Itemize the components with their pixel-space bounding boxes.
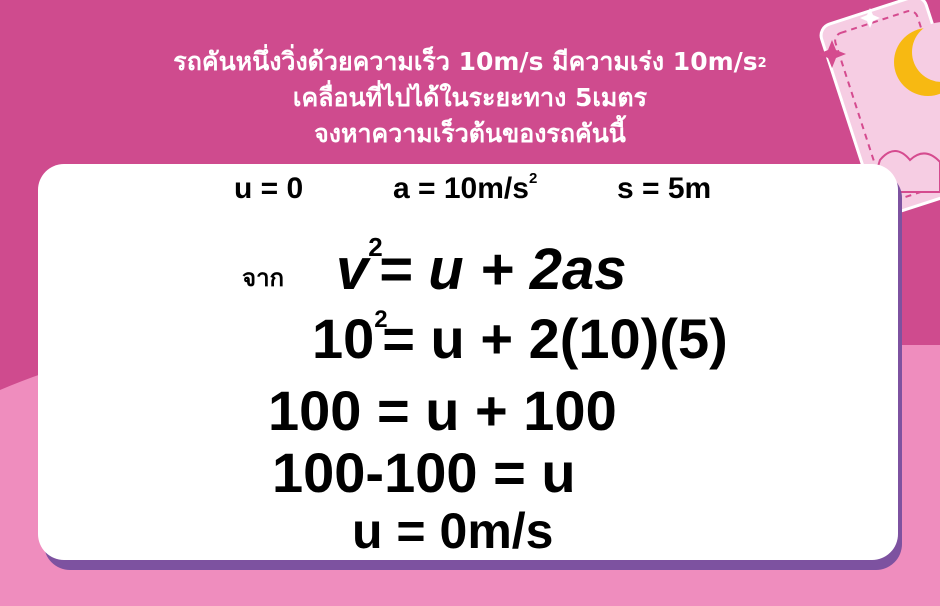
- formula: v 2 = u + 2as: [336, 232, 627, 302]
- from-label: จาก: [242, 264, 285, 292]
- rearrange-step: 100-100 = u: [272, 441, 576, 504]
- question-line-3: จงหาความเร็วต้นของรถคันนี้: [314, 119, 626, 148]
- answer: u = 0m/s: [352, 503, 554, 559]
- question-line-1: รถคันหนึ่งวิ่งด้วยความเร็ว 10m/s มีความเ…: [173, 47, 767, 76]
- substitution-step: 10 2 = u + 2(10)(5): [312, 306, 728, 370]
- given-s: s = 5m: [617, 172, 712, 205]
- given-u: u = 0: [234, 172, 304, 205]
- simplify-step: 100 = u + 100: [268, 379, 617, 442]
- question-line-2: เคลื่อนที่ไปได้ในระยะทาง 5เมตร: [292, 83, 648, 112]
- question-text: รถคันหนึ่งวิ่งด้วยความเร็ว 10m/s มีความเ…: [0, 44, 940, 152]
- given-a: a = 10m/s 2: [393, 170, 538, 205]
